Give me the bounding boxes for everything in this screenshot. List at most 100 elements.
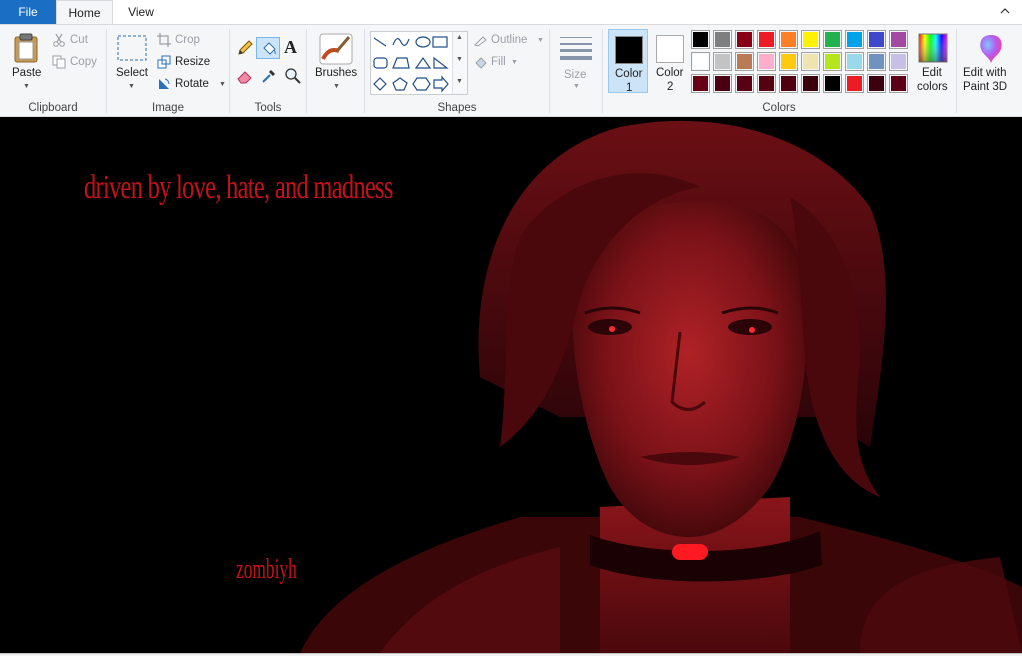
- fill-button[interactable]: Fill ▼: [471, 53, 545, 73]
- fill-dropdown-icon[interactable]: ▼: [511, 59, 518, 66]
- palette-swatch-color: [715, 32, 730, 47]
- palette-swatch[interactable]: [845, 30, 864, 49]
- palette-swatch-color: [759, 54, 774, 69]
- paste-dropdown-icon[interactable]: ▼: [23, 83, 30, 90]
- select-dropdown-icon[interactable]: ▼: [128, 83, 135, 90]
- pencil-icon[interactable]: [236, 39, 254, 57]
- palette-swatch[interactable]: [845, 74, 864, 93]
- palette-swatch[interactable]: [889, 30, 908, 49]
- artwork-caption-text: driven by love, hate, and madness: [84, 169, 393, 206]
- text-tool-icon[interactable]: A: [284, 37, 297, 58]
- colors-group-label: Colors: [762, 102, 796, 114]
- palette-swatch[interactable]: [823, 52, 842, 71]
- palette-swatch-color: [737, 32, 752, 47]
- fill-label: Fill: [491, 56, 506, 68]
- scroll-up-icon[interactable]: ▲: [456, 34, 463, 41]
- fill-bucket-tool[interactable]: [256, 37, 280, 59]
- expand-gallery-icon[interactable]: ▼: [456, 78, 463, 85]
- size-dropdown-icon[interactable]: ▼: [573, 83, 580, 90]
- palette-swatch[interactable]: [757, 74, 776, 93]
- outline-dropdown-icon[interactable]: ▼: [537, 37, 544, 44]
- palette-swatch[interactable]: [801, 30, 820, 49]
- palette-swatch[interactable]: [801, 74, 820, 93]
- palette-swatch[interactable]: [779, 74, 798, 93]
- cut-label: Cut: [70, 34, 88, 46]
- shapes-scrollbar[interactable]: ▲ ▼ ▼: [452, 32, 467, 94]
- tab-file[interactable]: File: [0, 0, 56, 24]
- palette-swatch[interactable]: [691, 52, 710, 71]
- edit-colors-button[interactable]: Edit colors: [913, 29, 953, 93]
- palette-swatch[interactable]: [867, 74, 886, 93]
- palette-swatch-color: [715, 76, 730, 91]
- palette-swatch-color: [847, 54, 862, 69]
- palette-swatch[interactable]: [757, 52, 776, 71]
- palette-swatch[interactable]: [867, 52, 886, 71]
- palette-swatch[interactable]: [823, 30, 842, 49]
- collapse-ribbon-icon[interactable]: [1000, 6, 1010, 16]
- image-group-label: Image: [152, 102, 184, 114]
- palette-swatch[interactable]: [779, 52, 798, 71]
- resize-button[interactable]: Resize: [155, 53, 225, 73]
- palette-swatch[interactable]: [713, 52, 732, 71]
- paste-button[interactable]: Paste ▼: [6, 29, 46, 93]
- select-button[interactable]: Select ▼: [111, 29, 151, 93]
- color1-number: 1: [626, 82, 633, 94]
- tools-group-label: Tools: [254, 102, 282, 114]
- palette-swatch-color: [825, 76, 840, 91]
- palette-swatch[interactable]: [889, 52, 908, 71]
- paste-icon: [14, 33, 38, 63]
- palette-swatch-color: [825, 54, 840, 69]
- rotate-dropdown-icon[interactable]: ▼: [219, 81, 226, 88]
- palette-swatch[interactable]: [801, 52, 820, 71]
- color1-swatch: [615, 36, 643, 64]
- palette-swatch[interactable]: [713, 74, 732, 93]
- color1-selector[interactable]: Color 1: [608, 29, 648, 94]
- edit-with-paint3d-button[interactable]: Edit with Paint 3D: [961, 29, 1019, 93]
- cut-button[interactable]: Cut: [50, 31, 104, 51]
- size-button[interactable]: Size ▼: [556, 29, 596, 93]
- artwork-signature-text: zombiyh: [236, 554, 297, 585]
- clipboard-group-label: Clipboard: [28, 102, 78, 114]
- palette-swatch[interactable]: [735, 52, 754, 71]
- palette-swatch[interactable]: [735, 74, 754, 93]
- shapes-group: ▲ ▼ ▼ Outline ▼ Fill ▼ Shapes: [365, 25, 549, 117]
- outline-icon: [474, 36, 487, 47]
- brush-icon: [319, 33, 353, 65]
- crop-button[interactable]: Crop: [155, 31, 225, 51]
- rotate-icon: [159, 78, 170, 89]
- palette-swatch[interactable]: [713, 30, 732, 49]
- drawing-canvas[interactable]: driven by love, hate, and madness zombiy…: [0, 117, 1022, 653]
- palette-swatch[interactable]: [889, 74, 908, 93]
- scroll-down-icon[interactable]: ▼: [456, 56, 463, 63]
- palette-swatch[interactable]: [735, 30, 754, 49]
- color-picker-icon[interactable]: [260, 67, 278, 85]
- palette-swatch[interactable]: [845, 52, 864, 71]
- palette-swatch-color: [737, 76, 752, 91]
- palette-swatch[interactable]: [691, 74, 710, 93]
- brushes-dropdown-icon[interactable]: ▼: [333, 83, 340, 90]
- line-size-icon: [560, 37, 592, 60]
- copy-button[interactable]: Copy: [50, 53, 104, 73]
- tab-home[interactable]: Home: [56, 0, 113, 24]
- resize-icon: [157, 55, 171, 69]
- edit-colors-label-line2: colors: [917, 81, 948, 93]
- brushes-button[interactable]: Brushes ▼: [313, 29, 359, 93]
- select-label: Select: [116, 67, 148, 79]
- shapes-gallery[interactable]: ▲ ▼ ▼: [370, 31, 468, 95]
- palette-swatch[interactable]: [779, 30, 798, 49]
- palette-swatch-color: [891, 54, 906, 69]
- color2-selector[interactable]: Color 2: [650, 29, 690, 93]
- palette-swatch[interactable]: [867, 30, 886, 49]
- palette-swatch[interactable]: [691, 30, 710, 49]
- eraser-icon[interactable]: [236, 67, 254, 85]
- palette-swatch[interactable]: [823, 74, 842, 93]
- select-rectangle-icon: [117, 35, 147, 61]
- rotate-label: Rotate: [175, 78, 209, 90]
- magnifier-icon[interactable]: [284, 67, 302, 85]
- palette-swatch[interactable]: [757, 30, 776, 49]
- palette-swatch-color: [869, 32, 884, 47]
- rotate-button[interactable]: Rotate ▼: [155, 75, 226, 95]
- paint3d-group: Edit with Paint 3D: [957, 25, 1022, 117]
- outline-button[interactable]: Outline ▼: [471, 31, 545, 51]
- tab-view[interactable]: View: [113, 0, 169, 24]
